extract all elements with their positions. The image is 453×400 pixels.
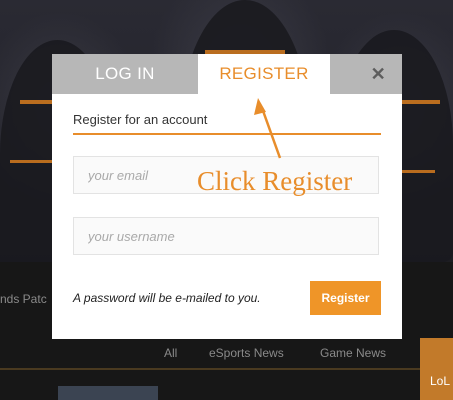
background-divider [0, 368, 420, 370]
annotation-label: Click Register [197, 166, 353, 196]
auth-tabs: LOG IN REGISTER ✕ [52, 54, 402, 94]
background-thumbnail [58, 386, 158, 400]
tab-login[interactable]: LOG IN [52, 54, 198, 94]
form-heading: Register for an account [73, 112, 381, 135]
password-note: A password will be e-mailed to you. [73, 291, 261, 305]
news-tab-game[interactable]: Game News [320, 346, 386, 360]
news-tab-all[interactable]: All [164, 346, 177, 360]
news-tab-esports[interactable]: eSports News [209, 346, 284, 360]
background-news-tabs: All eSports News Game News [0, 346, 400, 364]
close-button[interactable]: ✕ [330, 54, 402, 94]
register-button[interactable]: Register [310, 281, 381, 315]
tab-register[interactable]: REGISTER [198, 54, 330, 94]
side-button-label: LoL [430, 374, 451, 388]
background-side-button[interactable]: LoL [420, 338, 453, 400]
background-article-title: nds Patc [0, 292, 47, 306]
background-article-snippet [172, 386, 272, 400]
username-field[interactable] [73, 217, 379, 255]
close-icon: ✕ [370, 64, 386, 84]
